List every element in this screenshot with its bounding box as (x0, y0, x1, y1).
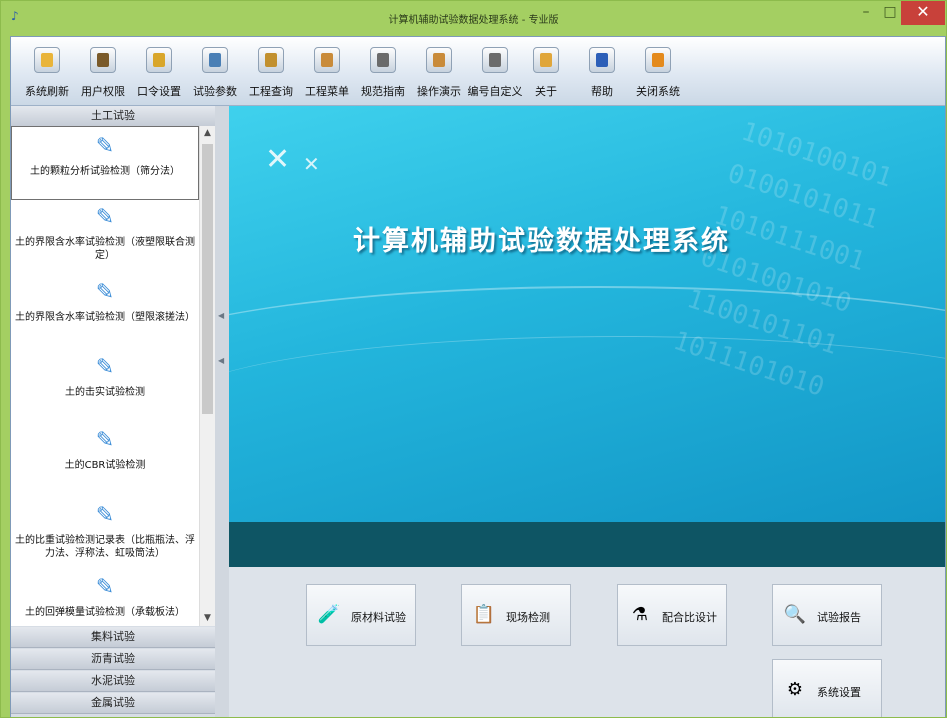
scroll-icon: ✎ (95, 503, 115, 528)
toolbar-demo-button[interactable]: 操作演示 (413, 47, 465, 101)
action-button-area: 🧪 原材料试验 📋 现场检测 ⚗ 配合比设计 🔍 试验报告 ⚙ 系统设置 (229, 567, 945, 717)
scroll-icon: ✎ (95, 205, 115, 230)
raw-material-button[interactable]: 🧪 原材料试验 (306, 584, 416, 646)
toolbar-test-params-button[interactable]: 试验参数 (189, 47, 241, 101)
toolbar-password-button[interactable]: 口令设置 (133, 47, 185, 101)
scroll-icon: ✎ (95, 428, 115, 453)
demo-icon (426, 47, 452, 73)
project-menu-icon (314, 47, 340, 73)
maximize-button[interactable]: □ (878, 1, 902, 25)
toolbar-refresh-button[interactable]: 系统刷新 (17, 47, 77, 101)
category-soil-tests[interactable]: 土工试验 (11, 106, 215, 127)
refresh-icon (34, 47, 60, 73)
splash-banner: 1010100101 0100101011 1010111001 0101001… (229, 106, 945, 522)
test-list: ✎ 土的颗粒分析试验检测（筛分法） ✎ 土的界限含水率试验检测（液塑限联合测定）… (11, 126, 215, 626)
scroll-icon: ✎ (95, 134, 115, 159)
scroll-icon: ✎ (95, 355, 115, 380)
scroll-icon: ✎ (95, 280, 115, 305)
toolbar-exit-button[interactable]: 关闭系统 (631, 47, 685, 101)
scroll-up-icon[interactable]: ▲ (200, 126, 215, 141)
scroll-icon: ✎ (95, 575, 115, 600)
app-window: ♪ 计算机辅助试验数据处理系统 - 专业版 – □ ✕ 系统刷新 用户权限 口令… (0, 0, 947, 718)
report-icon: 🔍 (783, 604, 807, 625)
list-item[interactable]: ✎ 土的回弹模量试验检测（承载板法） (11, 576, 199, 619)
list-item[interactable]: ✎ 土的击实试验检测 (11, 356, 199, 399)
toolbar-numbering-button[interactable]: 编号自定义 (463, 47, 527, 101)
category-aggregate-tests[interactable]: 集料试验 (11, 627, 215, 648)
user-permission-icon (90, 47, 116, 73)
project-search-icon (258, 47, 284, 73)
field-test-button[interactable]: 📋 现场检测 (461, 584, 571, 646)
main-client: 系统刷新 用户权限 口令设置 试验参数 工程查询 工程菜单 规范指南 操作演示 … (10, 36, 946, 717)
category-cement-tests[interactable]: 水泥试验 (11, 671, 215, 692)
left-nav-panel: 土工试验 ✎ 土的颗粒分析试验检测（筛分法） ✎ 土的界限含水率试验检测（液塑限… (11, 106, 215, 717)
close-button[interactable]: ✕ (901, 1, 945, 25)
category-metal-tests[interactable]: 金属试验 (11, 693, 215, 714)
panel-splitter[interactable]: ◀ ◀ (215, 106, 229, 717)
mix-design-button[interactable]: ⚗ 配合比设计 (617, 584, 727, 646)
toolbar-help-button[interactable]: 帮助 (583, 47, 621, 101)
category-asphalt-tests[interactable]: 沥青试验 (11, 649, 215, 670)
banner-footer-band (229, 522, 945, 567)
sparkle-icon: ✕ (265, 142, 291, 177)
toolbar-about-button[interactable]: 关于 (527, 47, 565, 101)
list-scrollbar[interactable]: ▲ ▼ (199, 126, 215, 626)
window-title: 计算机辅助试验数据处理系统 - 专业版 (388, 15, 559, 26)
minimize-button[interactable]: – (854, 1, 878, 25)
list-item[interactable]: ✎ 土的界限含水率试验检测（塑限滚搓法） (11, 281, 199, 324)
title-bar: ♪ 计算机辅助试验数据处理系统 - 专业版 – □ ✕ (1, 1, 946, 33)
report-button[interactable]: 🔍 试验报告 (772, 584, 882, 646)
spec-guide-icon (370, 47, 396, 73)
toolbar-project-menu-button[interactable]: 工程菜单 (301, 47, 353, 101)
help-icon (589, 47, 615, 73)
mix-design-icon: ⚗ (631, 604, 649, 625)
list-item[interactable]: ✎ 土的CBR试验检测 (11, 429, 199, 472)
list-item[interactable]: ✎ 土的比重试验检测记录表（比瓶瓶法、浮力法、浮称法、虹吸筒法） (11, 504, 199, 560)
scroll-down-icon[interactable]: ▼ (200, 611, 215, 626)
settings-button[interactable]: ⚙ 系统设置 (772, 659, 882, 717)
collapse-left-icon[interactable]: ◀ (218, 311, 224, 320)
list-item[interactable]: ✎ 土的界限含水率试验检测（液塑限联合测定） (11, 206, 199, 262)
collapse-left-icon[interactable]: ◀ (218, 356, 224, 365)
about-icon (533, 47, 559, 73)
banner-title: 计算机辅助试验数据处理系统 (353, 226, 730, 257)
raw-material-icon: 🧪 (317, 604, 341, 625)
toolbar: 系统刷新 用户权限 口令设置 试验参数 工程查询 工程菜单 规范指南 操作演示 … (11, 37, 945, 106)
password-icon (146, 47, 172, 73)
settings-icon: ⚙ (786, 679, 804, 700)
numbering-icon (482, 47, 508, 73)
list-item[interactable]: ✎ 土的颗粒分析试验检测（筛分法） (11, 126, 199, 200)
scrollbar-thumb[interactable] (202, 144, 213, 414)
toolbar-project-search-button[interactable]: 工程查询 (245, 47, 297, 101)
toolbar-user-permission-button[interactable]: 用户权限 (77, 47, 129, 101)
sparkle-icon: ✕ (303, 152, 320, 176)
toolbar-spec-guide-button[interactable]: 规范指南 (357, 47, 409, 101)
test-params-icon (202, 47, 228, 73)
field-test-icon: 📋 (472, 604, 496, 625)
exit-icon (645, 47, 671, 73)
